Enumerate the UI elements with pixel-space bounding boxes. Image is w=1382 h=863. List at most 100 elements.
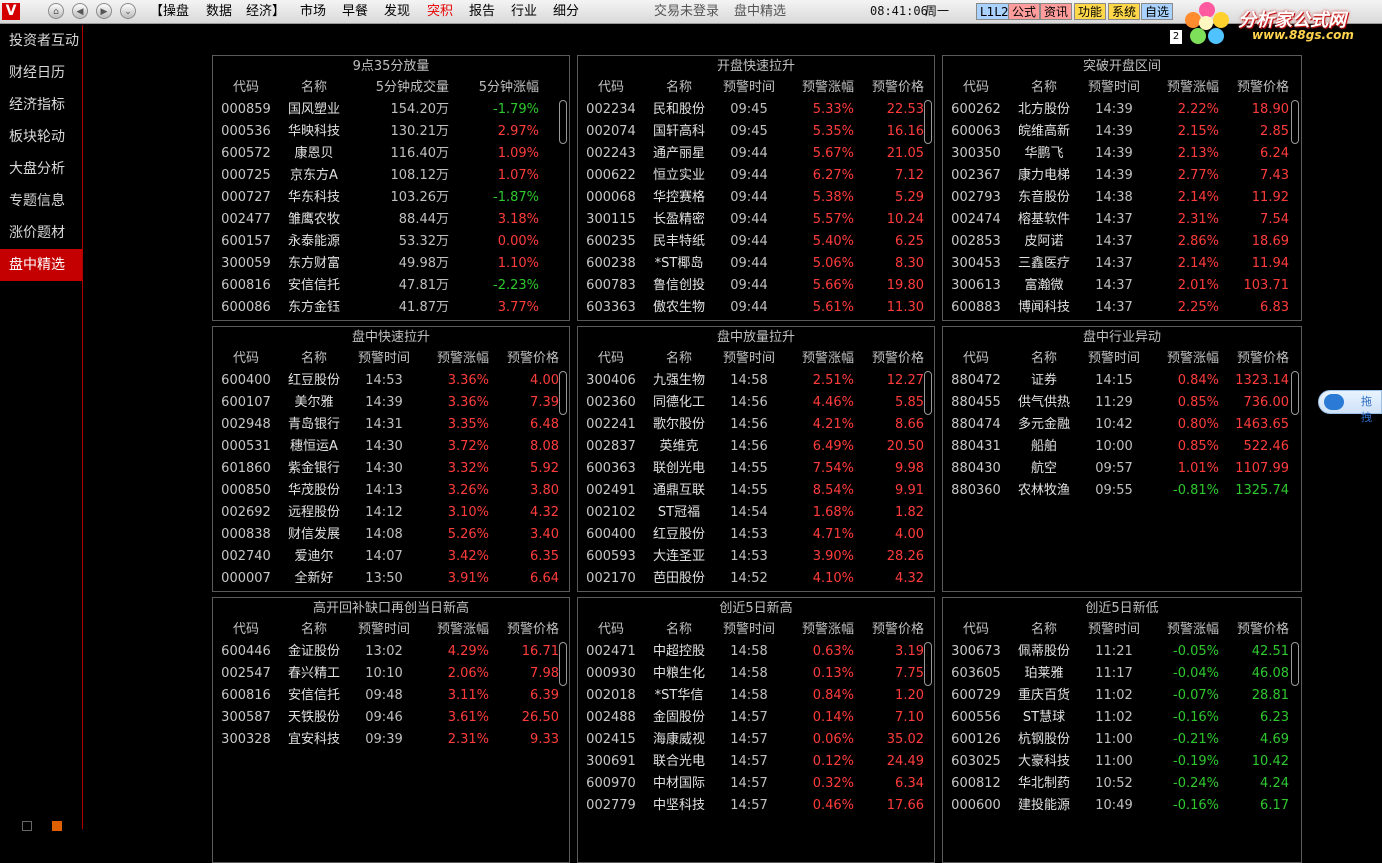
table-row[interactable]: 002415 海康威视 14:57 0.06% 35.02 — [578, 729, 934, 751]
table-row[interactable]: 300350 华鹏飞 14:39 2.13% 6.24 — [943, 143, 1301, 165]
table-row[interactable]: 600816 安信信托 47.81万 -2.23% — [213, 275, 569, 297]
column-header[interactable]: 预警时间 — [349, 348, 419, 370]
table-row[interactable]: 000930 中粮生化 14:58 0.13% 7.75 — [578, 663, 934, 685]
table-row[interactable]: 002360 同德化工 14:56 4.46% 5.85 — [578, 392, 934, 414]
column-header[interactable]: 代码 — [213, 348, 279, 370]
column-header[interactable]: 预警涨幅 — [419, 348, 489, 370]
table-row[interactable]: 880431 船舶 10:00 0.85% 522.46 — [943, 436, 1301, 458]
sidebar-item-4[interactable]: 大盘分析 — [0, 153, 82, 185]
table-row[interactable]: 002018 *ST华信 14:58 0.84% 1.20 — [578, 685, 934, 707]
column-header[interactable]: 代码 — [943, 619, 1009, 641]
sidebar-item-7[interactable]: 盘中精选 — [0, 249, 82, 281]
table-row[interactable]: 300453 三鑫医疗 14:37 2.14% 11.94 — [943, 253, 1301, 275]
table-row[interactable]: 880474 多元金融 10:42 0.80% 1463.65 — [943, 414, 1301, 436]
sidebar-item-0[interactable]: 投资者互动 — [0, 25, 82, 57]
back-icon[interactable]: ◀ — [72, 3, 88, 19]
column-header[interactable]: 名称 — [1009, 77, 1079, 99]
table-row[interactable]: 603605 珀莱雅 11:17 -0.04% 46.08 — [943, 663, 1301, 685]
table-row[interactable]: 002474 榕基软件 14:37 2.31% 7.54 — [943, 209, 1301, 231]
scrollbar-thumb[interactable] — [559, 642, 567, 686]
table-row[interactable]: 002477 雏鹰农牧 88.44万 3.18% — [213, 209, 569, 231]
column-header[interactable]: 预警时间 — [1079, 348, 1149, 370]
table-row[interactable]: 000600 建投能源 10:49 -0.16% 6.17 — [943, 795, 1301, 817]
formula-button[interactable]: 公式 — [1008, 3, 1041, 20]
column-header[interactable]: 预警价格 — [1219, 77, 1289, 99]
column-header[interactable]: 5分钟成交量 — [349, 77, 449, 99]
table-row[interactable]: 002241 歌尔股份 14:56 4.21% 8.66 — [578, 414, 934, 436]
table-row[interactable]: 600126 杭钢股份 11:00 -0.21% 4.69 — [943, 729, 1301, 751]
menu-item-shuju[interactable]: 数据 — [206, 0, 232, 23]
table-row[interactable]: 600883 博闻科技 14:37 2.25% 6.83 — [943, 297, 1301, 319]
scrollbar-thumb[interactable] — [559, 100, 567, 144]
table-row[interactable]: 002243 通产丽星 09:44 5.67% 21.05 — [578, 143, 934, 165]
menu-item-zaocan[interactable]: 早餐 — [342, 0, 368, 23]
table-row[interactable]: 000007 全新好 13:50 3.91% 6.64 — [213, 568, 569, 590]
table-row[interactable]: 600812 华北制药 10:52 -0.24% 4.24 — [943, 773, 1301, 795]
column-header[interactable]: 预警价格 — [854, 77, 924, 99]
table-row[interactable]: 000622 恒立实业 09:44 6.27% 7.12 — [578, 165, 934, 187]
table-row[interactable]: 000536 华映科技 130.21万 2.97% — [213, 121, 569, 143]
table-row[interactable]: 000838 财信发展 14:08 5.26% 3.40 — [213, 524, 569, 546]
table-row[interactable]: 600783 鲁信创投 09:44 5.66% 19.80 — [578, 275, 934, 297]
table-row[interactable]: 300406 九强生物 14:58 2.51% 12.27 — [578, 370, 934, 392]
menu-item-tuji[interactable]: 突积 — [427, 0, 453, 23]
column-header[interactable]: 名称 — [644, 77, 714, 99]
watchlist-button[interactable]: 自选 — [1141, 3, 1174, 20]
menu-item-caopan[interactable]: 【操盘 — [150, 0, 189, 23]
table-row[interactable]: 600107 美尔雅 14:39 3.36% 7.39 — [213, 392, 569, 414]
column-header[interactable]: 预警价格 — [1219, 348, 1289, 370]
table-row[interactable]: 600556 ST慧球 11:02 -0.16% 6.23 — [943, 707, 1301, 729]
sidebar-item-2[interactable]: 经济指标 — [0, 89, 82, 121]
menu-item-hangye[interactable]: 行业 — [511, 0, 537, 23]
column-header[interactable]: 预警涨幅 — [784, 77, 854, 99]
table-row[interactable]: 600400 红豆股份 14:53 4.71% 4.00 — [578, 524, 934, 546]
menu-item-shichang[interactable]: 市场 — [300, 0, 326, 23]
menu-item-faxian[interactable]: 发现 — [384, 0, 410, 23]
column-header[interactable]: 代码 — [213, 77, 279, 99]
sidebar-item-1[interactable]: 财经日历 — [0, 57, 82, 89]
table-row[interactable]: 601860 紫金银行 14:30 3.32% 5.92 — [213, 458, 569, 480]
login-status[interactable]: 交易未登录 — [654, 0, 719, 23]
column-header[interactable]: 预警涨幅 — [784, 348, 854, 370]
scrollbar-thumb[interactable] — [1291, 100, 1299, 144]
table-row[interactable]: 600816 安信信托 09:48 3.11% 6.39 — [213, 685, 569, 707]
sidebar-toggle-icon[interactable] — [22, 821, 32, 831]
column-header[interactable]: 预警时间 — [714, 348, 784, 370]
column-header[interactable]: 预警价格 — [1219, 619, 1289, 641]
table-row[interactable]: 603363 傲农生物 09:44 5.61% 11.30 — [578, 297, 934, 319]
table-row[interactable]: 300587 天铁股份 09:46 3.61% 26.50 — [213, 707, 569, 729]
column-header[interactable]: 预警时间 — [349, 619, 419, 641]
table-row[interactable]: 002102 ST冠福 14:54 1.68% 1.82 — [578, 502, 934, 524]
table-row[interactable]: 600593 大连圣亚 14:53 3.90% 28.26 — [578, 546, 934, 568]
column-header[interactable]: 代码 — [943, 348, 1009, 370]
table-row[interactable]: 600400 红豆股份 14:53 3.36% 4.00 — [213, 370, 569, 392]
table-row[interactable]: 600238 *ST椰岛 09:44 5.06% 8.30 — [578, 253, 934, 275]
table-row[interactable]: 300328 宜安科技 09:39 2.31% 9.33 — [213, 729, 569, 751]
sidebar-item-5[interactable]: 专题信息 — [0, 185, 82, 217]
home-icon[interactable]: ⌂ — [48, 3, 64, 19]
function-button[interactable]: 功能 — [1074, 3, 1107, 20]
column-header[interactable]: 预警涨幅 — [1149, 348, 1219, 370]
table-row[interactable]: 600729 重庆百货 11:02 -0.07% 28.81 — [943, 685, 1301, 707]
table-row[interactable]: 600157 永泰能源 53.32万 0.00% — [213, 231, 569, 253]
table-row[interactable]: 600363 联创光电 14:55 7.54% 9.98 — [578, 458, 934, 480]
menu-item-jingji[interactable]: 经济】 — [246, 0, 285, 23]
table-row[interactable]: 300673 佩蒂股份 11:21 -0.05% 42.51 — [943, 641, 1301, 663]
column-header[interactable]: 预警价格 — [854, 348, 924, 370]
table-row[interactable]: 000859 国风塑业 154.20万 -1.79% — [213, 99, 569, 121]
column-header[interactable]: 预警价格 — [854, 619, 924, 641]
table-row[interactable]: 000531 穗恒运A 14:30 3.72% 8.08 — [213, 436, 569, 458]
table-row[interactable]: 002471 中超控股 14:58 0.63% 3.19 — [578, 641, 934, 663]
table-row[interactable]: 002740 爱迪尔 14:07 3.42% 6.35 — [213, 546, 569, 568]
table-row[interactable]: 300691 联合光电 14:57 0.12% 24.49 — [578, 751, 934, 773]
table-row[interactable]: 880430 航空 09:57 1.01% 1107.99 — [943, 458, 1301, 480]
table-row[interactable]: 002853 皮阿诺 14:37 2.86% 18.69 — [943, 231, 1301, 253]
scrollbar-thumb[interactable] — [924, 100, 932, 144]
column-header[interactable]: 预警价格 — [489, 348, 559, 370]
table-row[interactable]: 000725 京东方A 108.12万 1.07% — [213, 165, 569, 187]
sidebar-color-icon[interactable] — [52, 821, 62, 831]
table-row[interactable]: 880455 供气供热 11:29 0.85% 736.00 — [943, 392, 1301, 414]
table-row[interactable]: 000850 华茂股份 14:13 3.26% 3.80 — [213, 480, 569, 502]
table-row[interactable]: 002837 英维克 14:56 6.49% 20.50 — [578, 436, 934, 458]
table-row[interactable]: 002692 远程股份 14:12 3.10% 4.32 — [213, 502, 569, 524]
